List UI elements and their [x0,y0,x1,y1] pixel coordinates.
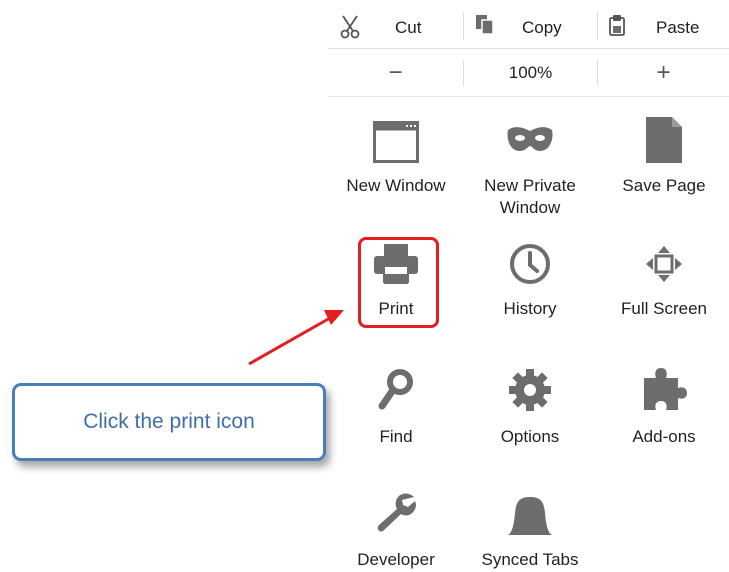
print-button[interactable]: Print [329,238,463,320]
magnifier-icon [378,369,413,410]
cut-label: Cut [395,18,422,37]
print-label: Print [378,299,414,318]
options-button[interactable]: Options [463,362,597,448]
puzzle-piece-icon [644,368,687,410]
clock-icon [510,244,550,284]
save-page-label: Save Page [622,176,706,195]
new-private-window-button[interactable]: New Private Window [463,113,597,219]
developer-button[interactable]: Developer [329,487,463,571]
new-private-window-label-line1: New Private [484,176,576,195]
browser-menu-panel: Cut Copy Paste − 100% + New Window New P… [328,0,729,572]
history-label: History [503,299,557,318]
printer-icon [374,244,418,284]
paste-label: Paste [656,18,700,37]
fullscreen-icon [646,246,682,282]
zoom-controls-row: − 100% + [328,50,729,97]
mask-icon [507,127,553,151]
wrench-icon [377,493,416,532]
plus-icon: + [656,59,671,86]
paste-button[interactable]: Paste [598,8,729,48]
window-icon [373,121,419,163]
instruction-callout: Click the print icon [12,383,326,461]
callout-text: Click the print icon [83,410,255,433]
synced-tabs-button[interactable]: Synced Tabs [463,487,597,571]
developer-label: Developer [357,550,435,569]
copy-icon [476,15,494,35]
full-screen-label: Full Screen [621,299,707,318]
copy-label: Copy [522,18,562,37]
new-private-window-label: New Private Window [463,175,597,219]
options-label: Options [500,427,560,446]
zoom-level: 100% [508,63,553,82]
zoom-out-button[interactable]: − [328,50,463,96]
new-window-button[interactable]: New Window [329,113,463,197]
page-icon [646,117,682,163]
find-label: Find [379,427,413,446]
history-button[interactable]: History [463,238,597,320]
new-private-window-label-line2: Window [499,198,561,217]
addons-label: Add-ons [632,427,696,446]
zoom-in-button[interactable]: + [598,50,729,96]
synced-tabs-label: Synced Tabs [481,550,579,569]
addons-button[interactable]: Add-ons [597,362,729,448]
minus-icon: − [388,59,403,86]
new-window-label: New Window [346,176,446,195]
save-page-button[interactable]: Save Page [597,113,729,197]
full-screen-button[interactable]: Full Screen [597,238,729,320]
copy-button[interactable]: Copy [464,8,598,48]
clipboard-icon [609,15,625,36]
gear-icon [509,369,551,411]
zoom-reset-button[interactable]: 100% [464,50,597,96]
tab-icon [508,497,552,535]
find-button[interactable]: Find [329,362,463,448]
cut-button[interactable]: Cut [328,8,462,48]
edit-controls-row: Cut Copy Paste [328,8,729,49]
scissors-icon [340,15,360,39]
